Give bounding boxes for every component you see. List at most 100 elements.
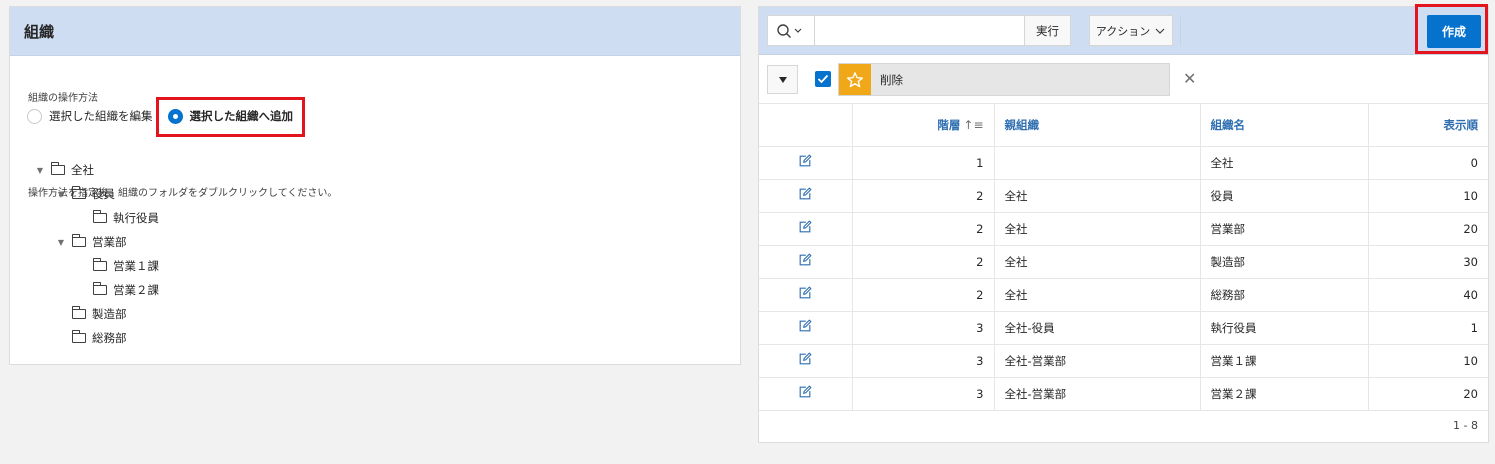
table-row: 3 全社-営業部 営業１課 10: [759, 344, 1488, 378]
toolbar-divider: [1180, 17, 1181, 45]
region-title: 組織: [24, 22, 55, 41]
edit-icon[interactable]: [798, 286, 812, 300]
cell-name: 製造部: [1200, 245, 1369, 279]
cell-level: 3: [852, 377, 995, 411]
column-header-label: 親組織: [1004, 117, 1040, 132]
organization-region: 組織 組織の操作方法 選択した組織を編集 選択した組織へ追加 操作方法を指定後、…: [9, 6, 741, 365]
table-row: 2 全社 製造部 30: [759, 245, 1488, 279]
table-row: 3 全社-営業部 営業２課 20: [759, 377, 1488, 411]
cell-order: 40: [1368, 278, 1488, 312]
tree-node[interactable]: ▼ 役員: [56, 186, 115, 202]
cell-order: 30: [1368, 245, 1488, 279]
column-header-parent[interactable]: 親組織: [994, 104, 1201, 147]
folder-icon: [92, 210, 107, 223]
cell-level: 2: [852, 278, 995, 312]
radio-edit-selected[interactable]: 選択した組織を編集: [27, 108, 153, 124]
edit-cell: [759, 212, 853, 246]
collapse-filters-button[interactable]: [767, 65, 798, 94]
table-row: 2 全社 総務部 40: [759, 278, 1488, 312]
folder-icon: [71, 330, 86, 343]
cell-name: 役員: [1200, 179, 1369, 213]
cell-level: 1: [852, 146, 995, 180]
radio-circle[interactable]: [27, 108, 42, 124]
edit-cell: [759, 245, 853, 279]
table-row: 2 全社 営業部 20: [759, 212, 1488, 246]
actions-label: アクション: [1095, 24, 1151, 38]
tree-expand-toggle-icon[interactable]: ▼: [56, 190, 66, 199]
tree-node-label: 執行役員: [113, 211, 159, 225]
cell-parent: 全社: [994, 212, 1201, 246]
remove-filter-close-icon[interactable]: ✕: [1183, 69, 1196, 88]
cell-parent: 全社: [994, 245, 1201, 279]
edit-icon[interactable]: [798, 253, 812, 267]
table-row: 1 全社 0: [759, 146, 1488, 180]
cell-parent: 全社-営業部: [994, 377, 1201, 411]
operation-method-label: 組織の操作方法: [28, 93, 98, 104]
tree-expand-toggle-icon[interactable]: ▼: [35, 166, 45, 175]
edit-cell: [759, 278, 853, 312]
folder-icon: [92, 258, 107, 271]
edit-icon[interactable]: [798, 154, 812, 168]
edit-icon[interactable]: [798, 385, 812, 399]
cell-order: 10: [1368, 179, 1488, 213]
check-icon: [817, 74, 829, 84]
column-header-level[interactable]: 階層 ↑≡: [852, 104, 995, 147]
cell-parent: 全社-営業部: [994, 344, 1201, 378]
star-icon: [839, 64, 871, 95]
go-button[interactable]: 実行: [1025, 15, 1071, 46]
table-row: 2 全社 役員 10: [759, 179, 1488, 213]
cell-parent: [994, 146, 1201, 180]
cell-order: 1: [1368, 311, 1488, 345]
tree-node[interactable]: ▼ 全社: [35, 162, 94, 178]
cell-name: 執行役員: [1200, 311, 1369, 345]
actions-menu-button[interactable]: アクション: [1089, 15, 1173, 46]
create-button[interactable]: 作成: [1427, 15, 1481, 48]
column-header-order[interactable]: 表示順: [1368, 104, 1488, 147]
cell-name: 全社: [1200, 146, 1369, 180]
filter-pill[interactable]: 削除: [838, 63, 1170, 96]
cell-order: 20: [1368, 212, 1488, 246]
tree-node[interactable]: ▼ 営業部: [56, 234, 127, 250]
cell-order: 0: [1368, 146, 1488, 180]
cell-level: 2: [852, 245, 995, 279]
folder-icon: [50, 162, 65, 175]
edit-icon[interactable]: [798, 187, 812, 201]
search-column-button[interactable]: [767, 15, 815, 46]
tree-node[interactable]: 製造部: [56, 306, 127, 322]
tree-node[interactable]: 総務部: [56, 330, 127, 346]
edit-icon[interactable]: [798, 319, 812, 333]
sort-ascending-icon: ↑≡: [963, 117, 984, 132]
report-toolbar: 実行 アクション 作成: [759, 4, 1488, 55]
search-input[interactable]: [815, 15, 1025, 46]
tree-node[interactable]: 営業２課: [77, 282, 159, 298]
edit-icon[interactable]: [798, 352, 812, 366]
search-icon: [777, 23, 802, 38]
cell-name: 総務部: [1200, 278, 1369, 312]
edit-cell: [759, 179, 853, 213]
column-header-label: 表示順: [1443, 117, 1479, 132]
table-body: 1 全社 0 2 全社 役員 10 2 全社 営業部 20 2 全社 製造部 30 2 全社 総務部 40 3 全社-役…: [759, 146, 1488, 411]
cell-parent: 全社-役員: [994, 311, 1201, 345]
cell-order: 20: [1368, 377, 1488, 411]
cell-level: 3: [852, 344, 995, 378]
tree-expand-toggle-icon[interactable]: ▼: [56, 238, 66, 247]
column-header-name[interactable]: 組織名: [1200, 104, 1369, 147]
tree-node[interactable]: 営業１課: [77, 258, 159, 274]
tree-node[interactable]: 執行役員: [77, 210, 159, 226]
search-group: 実行: [767, 15, 1071, 46]
filter-enable-checkbox[interactable]: [815, 71, 831, 87]
table-header-row: 階層 ↑≡ 親組織 組織名 表示順: [759, 104, 1488, 147]
edit-cell: [759, 311, 853, 345]
tree-node-label: 全社: [71, 163, 94, 177]
organization-report-table: 階層 ↑≡ 親組織 組織名 表示順 1 全社 0 2 全社 役員 10 2 全社 営業部 20 2 全社製…: [759, 104, 1488, 411]
edit-cell: [759, 377, 853, 411]
column-header-label: 組織名: [1210, 117, 1246, 132]
chevron-down-icon: [1155, 28, 1165, 34]
folder-icon: [92, 282, 107, 295]
edit-icon[interactable]: [798, 220, 812, 234]
organization-report-region: 実行 アクション 作成 削除 ✕ 階層 ↑≡ 親組織 組織名 表示順 1 全社 …: [758, 4, 1489, 443]
cell-order: 10: [1368, 344, 1488, 378]
cell-parent: 全社: [994, 179, 1201, 213]
edit-cell: [759, 344, 853, 378]
tree-node-label: 営業部: [92, 235, 127, 249]
